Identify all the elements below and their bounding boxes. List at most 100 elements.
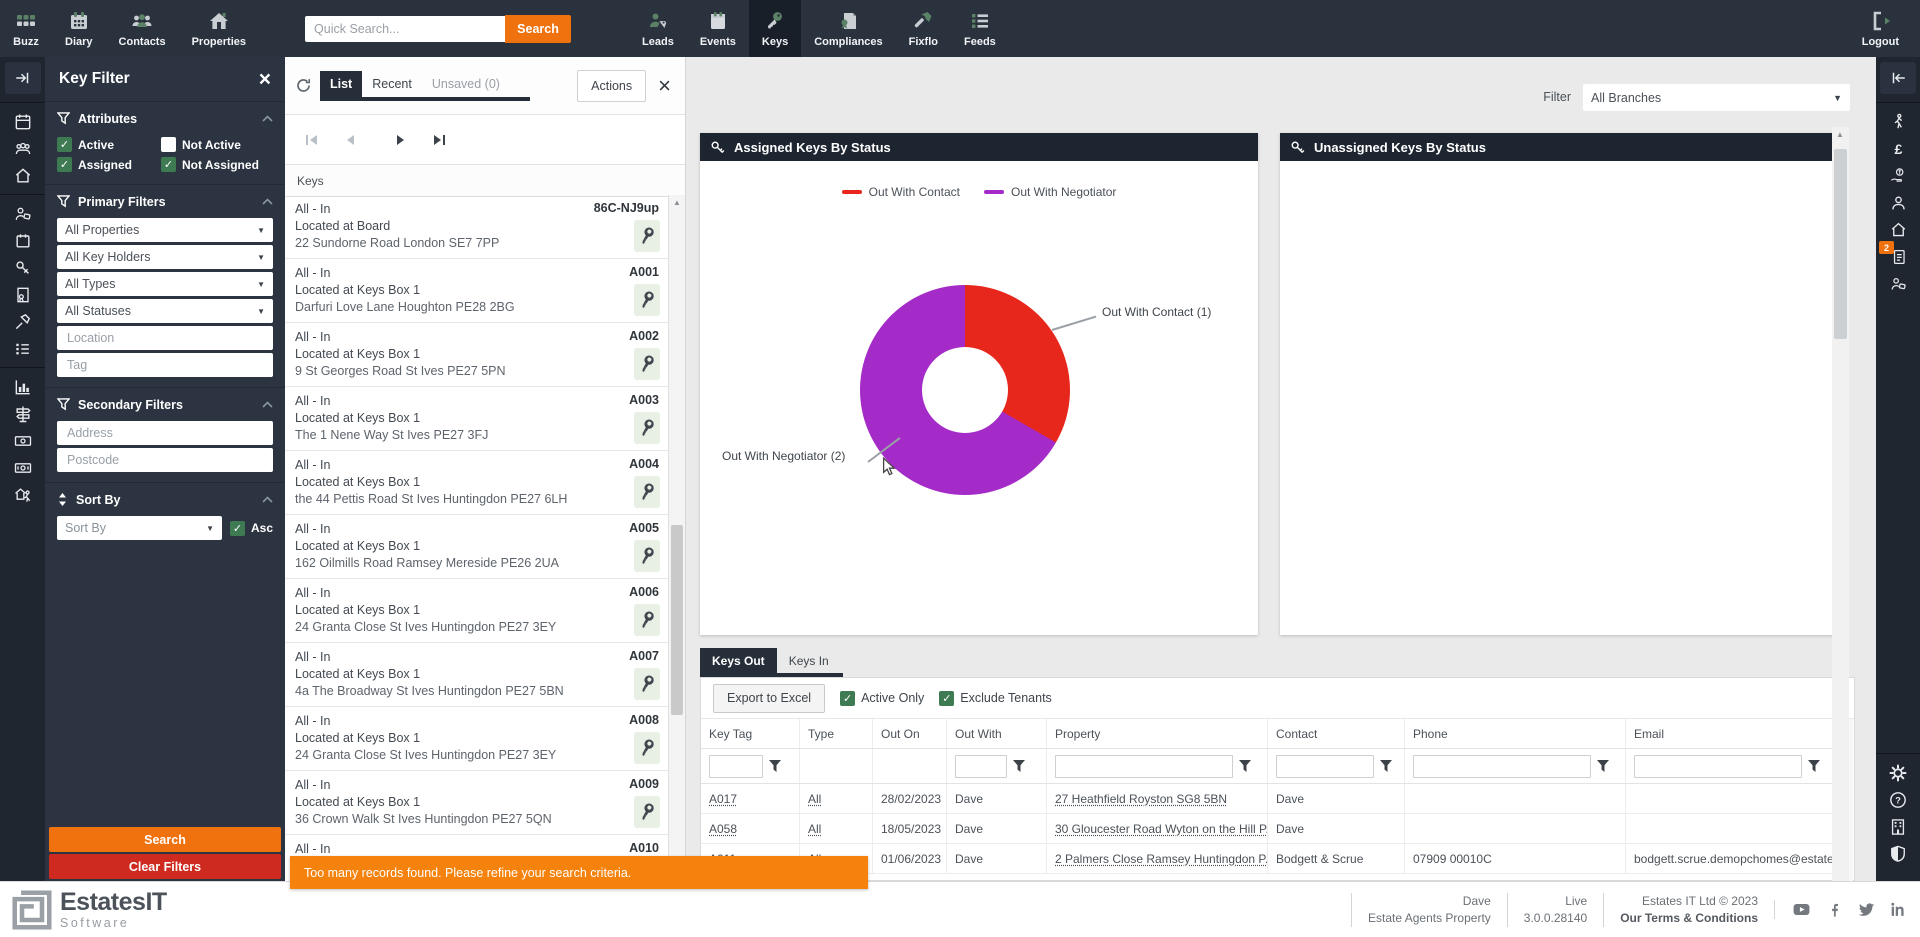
list-item[interactable]: All - In Located at Keys Box 1 24 Granta… bbox=[285, 707, 669, 771]
key-holders-select[interactable]: All Key Holders▼ bbox=[57, 245, 273, 269]
key-icon-button[interactable] bbox=[634, 604, 660, 636]
list-item[interactable]: All - In Located at Keys Box 1 4a The Br… bbox=[285, 643, 669, 707]
chevron-up-icon[interactable] bbox=[262, 198, 273, 205]
tab-recent[interactable]: Recent bbox=[362, 71, 422, 97]
rail-fixflo-icon[interactable] bbox=[8, 308, 38, 335]
key-icon-button[interactable] bbox=[634, 668, 660, 700]
col-header[interactable]: Contact bbox=[1268, 719, 1405, 748]
property-link[interactable]: 30 Gloucester Road Wyton on the Hill P..… bbox=[1055, 822, 1268, 836]
col-header[interactable]: Out With bbox=[947, 719, 1047, 748]
funnel-icon[interactable] bbox=[1597, 760, 1609, 772]
exclude-tenants-checkbox[interactable]: Exclude Tenants bbox=[939, 691, 1052, 706]
list-item[interactable]: All - In Located at Keys Box 1 the 44 Pe… bbox=[285, 451, 669, 515]
address-input[interactable] bbox=[65, 425, 265, 441]
rail-diary-icon[interactable] bbox=[8, 108, 38, 135]
key-tag-link[interactable]: A058 bbox=[709, 822, 737, 836]
branch-select[interactable]: All Branches ▼ bbox=[1583, 84, 1850, 111]
filter-search-button[interactable]: Search bbox=[49, 827, 281, 852]
twitter-icon[interactable] bbox=[1857, 900, 1876, 919]
list-item[interactable]: All - In Located at Board 22 Sundorne Ro… bbox=[285, 195, 669, 259]
office-building-icon[interactable] bbox=[1883, 813, 1913, 840]
funnel-icon[interactable] bbox=[1239, 760, 1251, 772]
checkbox-not-assigned[interactable]: Not Assigned bbox=[161, 157, 273, 172]
funnel-icon[interactable] bbox=[769, 760, 781, 772]
tab-unsaved[interactable]: Unsaved (0) bbox=[422, 71, 510, 97]
scrollbar-thumb[interactable] bbox=[1834, 149, 1847, 339]
property-link[interactable]: 27 Heathfield Royston SG8 5BN bbox=[1055, 792, 1227, 806]
list-item[interactable]: All - In Located at Keys Box 1 24 Granta… bbox=[285, 579, 669, 643]
list-item[interactable]: All - In Located at Keys Box 1 9 St Geor… bbox=[285, 323, 669, 387]
rail-finance-icon[interactable]: £ bbox=[1883, 135, 1913, 162]
nav-logout[interactable]: Logout bbox=[1849, 0, 1912, 57]
tab-keys-out[interactable]: Keys Out bbox=[700, 648, 777, 673]
nav-fixflo[interactable]: Fixflo bbox=[896, 0, 951, 57]
sort-by-select[interactable]: Sort By▼ bbox=[57, 516, 222, 540]
tag-input[interactable] bbox=[65, 357, 265, 373]
shield-icon[interactable] bbox=[1883, 840, 1913, 867]
export-to-excel-button[interactable]: Export to Excel bbox=[713, 684, 825, 713]
rail-person-tag-icon[interactable] bbox=[1883, 270, 1913, 297]
clear-filters-button[interactable]: Clear Filters bbox=[49, 854, 281, 879]
chevron-up-icon[interactable] bbox=[262, 115, 273, 122]
estatesit-logo[interactable]: EstatesIT Software bbox=[12, 890, 167, 930]
refresh-icon[interactable] bbox=[295, 77, 312, 94]
key-icon-button[interactable] bbox=[634, 348, 660, 380]
nav-properties[interactable]: Properties bbox=[179, 0, 259, 57]
funnel-icon[interactable] bbox=[1808, 760, 1820, 772]
key-icon-button[interactable] bbox=[634, 540, 660, 572]
rail-compliances-icon[interactable] bbox=[8, 281, 38, 308]
search-button[interactable]: Search bbox=[505, 15, 571, 43]
properties-select[interactable]: All Properties▼ bbox=[57, 218, 273, 242]
phone-filter-input[interactable] bbox=[1413, 755, 1591, 778]
funnel-icon[interactable] bbox=[1013, 760, 1025, 772]
checkbox[interactable] bbox=[57, 157, 72, 172]
rail-payments-icon[interactable] bbox=[1883, 162, 1913, 189]
terms-link[interactable]: Our Terms & Conditions bbox=[1620, 910, 1758, 927]
statuses-select[interactable]: All Statuses▼ bbox=[57, 299, 273, 323]
location-input[interactable] bbox=[65, 330, 265, 346]
nav-buzz[interactable]: Buzz bbox=[0, 0, 52, 57]
settings-gear-icon[interactable] bbox=[1883, 759, 1913, 786]
prev-page-icon[interactable] bbox=[345, 134, 355, 146]
last-page-icon[interactable] bbox=[433, 134, 446, 146]
postcode-input[interactable] bbox=[65, 452, 265, 468]
actions-button[interactable]: Actions bbox=[577, 70, 646, 102]
checkbox[interactable] bbox=[161, 137, 176, 152]
close-icon[interactable]: × bbox=[259, 69, 271, 90]
col-header[interactable]: Out On bbox=[873, 719, 947, 748]
nav-diary[interactable]: Diary bbox=[52, 0, 106, 57]
contact-filter-input[interactable] bbox=[1276, 755, 1374, 778]
checkbox[interactable] bbox=[840, 691, 855, 706]
rail-property-icon[interactable] bbox=[1883, 216, 1913, 243]
rail-leads-icon[interactable] bbox=[8, 200, 38, 227]
col-header[interactable]: Type bbox=[800, 719, 873, 748]
rail-payments-icon[interactable] bbox=[8, 454, 38, 481]
nav-keys[interactable]: Keys bbox=[749, 0, 801, 57]
rail-reports-icon[interactable] bbox=[8, 373, 38, 400]
key-icon-button[interactable] bbox=[634, 732, 660, 764]
checkbox-not-active[interactable]: Not Active bbox=[161, 137, 273, 152]
expand-panel-icon[interactable] bbox=[5, 62, 41, 94]
first-page-icon[interactable] bbox=[305, 134, 318, 146]
property-link[interactable]: 2 Palmers Close Ramsey Huntingdon P... bbox=[1055, 852, 1268, 866]
col-header[interactable]: Property bbox=[1047, 719, 1268, 748]
checkbox[interactable] bbox=[161, 157, 176, 172]
list-scrollbar[interactable]: ▲ bbox=[668, 195, 685, 881]
property-filter-input[interactable] bbox=[1055, 755, 1233, 778]
scroll-up-icon[interactable]: ▲ bbox=[669, 195, 685, 209]
checkbox[interactable] bbox=[230, 521, 245, 536]
list-item[interactable]: All - In Located at Keys Box 1 36 Crown … bbox=[285, 771, 669, 835]
list-item[interactable]: All - In Located at Keys Box 1 Darfuri L… bbox=[285, 259, 669, 323]
active-only-checkbox[interactable]: Active Only bbox=[840, 691, 924, 706]
tab-keys-in[interactable]: Keys In bbox=[777, 648, 841, 673]
rail-applicants-icon[interactable] bbox=[1883, 108, 1913, 135]
key-tag-filter-input[interactable] bbox=[709, 755, 763, 778]
rail-signpost-icon[interactable] bbox=[8, 400, 38, 427]
next-page-icon[interactable] bbox=[396, 134, 406, 146]
tab-list[interactable]: List bbox=[320, 71, 362, 97]
table-row[interactable]: A058 All 18/05/2023 Dave 30 Gloucester R… bbox=[701, 814, 1838, 844]
rail-notes-icon[interactable]: 2 bbox=[1883, 243, 1913, 270]
col-header[interactable]: Key Tag bbox=[701, 719, 800, 748]
types-select[interactable]: All Types▼ bbox=[57, 272, 273, 296]
rail-events-icon[interactable] bbox=[8, 227, 38, 254]
